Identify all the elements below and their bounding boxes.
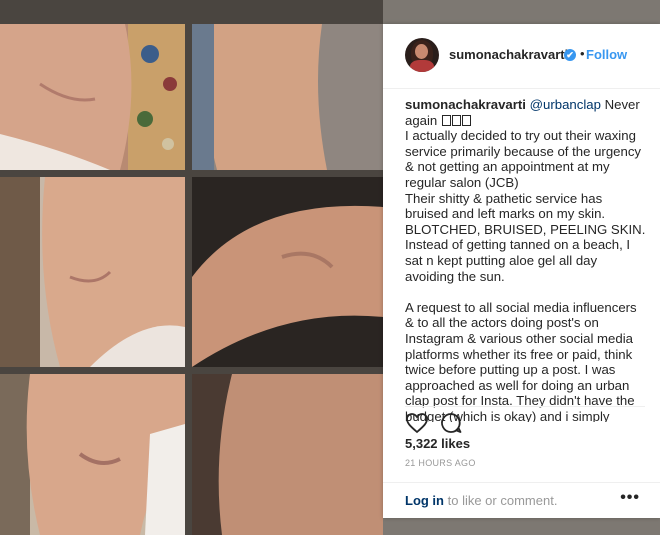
- likes-count[interactable]: 5,322 likes: [405, 436, 470, 451]
- emoji-icon: [461, 114, 471, 126]
- post-caption: sumonachakravarti @urbanclap Never again…: [405, 97, 647, 422]
- post-timestamp[interactable]: 21 HOURS AGO: [405, 458, 476, 468]
- photo-underarm-2: [0, 374, 185, 535]
- login-prompt-text: to like or comment.: [444, 493, 558, 508]
- caption-paragraph: I actually decided to try out their waxi…: [405, 128, 642, 190]
- login-prompt: Log in to like or comment.: [405, 493, 557, 508]
- caption-paragraph: Instead of getting tanned on a beach, I …: [405, 237, 631, 284]
- photo-bruised-arm: [192, 177, 383, 367]
- avatar[interactable]: [405, 38, 439, 72]
- photo-collage: [0, 0, 383, 535]
- username-link[interactable]: sumonachakravarti: [449, 47, 568, 62]
- separator-dot: •: [580, 46, 585, 61]
- photo-underarm-1: [0, 177, 185, 367]
- action-bar: [405, 406, 645, 434]
- post-header: sumonachakravarti ✔ • Follow: [383, 24, 660, 89]
- heart-icon[interactable]: [405, 411, 429, 435]
- comment-icon[interactable]: [439, 411, 463, 435]
- login-link[interactable]: Log in: [405, 493, 444, 508]
- comment-footer: Log in to like or comment. •••: [383, 482, 660, 519]
- emoji-icon: [451, 114, 461, 126]
- photo-bruised-thigh: [0, 24, 185, 170]
- caption-paragraph: A request to all social media influencer…: [405, 299, 637, 422]
- post-panel: sumonachakravarti ✔ • Follow sumonachakr…: [383, 24, 660, 518]
- photo-arm-closeup: [192, 374, 383, 535]
- emoji-icon: [441, 114, 451, 126]
- mention-link[interactable]: @urbanclap: [530, 97, 601, 112]
- more-options-icon[interactable]: •••: [620, 489, 640, 507]
- caption-author-link[interactable]: sumonachakravarti: [405, 97, 526, 112]
- follow-button[interactable]: Follow: [586, 47, 627, 62]
- caption-paragraph: Their shitty & pathetic service has brui…: [405, 190, 646, 237]
- photo-arm-elbow: [192, 24, 383, 170]
- verified-badge-icon: ✔: [564, 49, 576, 61]
